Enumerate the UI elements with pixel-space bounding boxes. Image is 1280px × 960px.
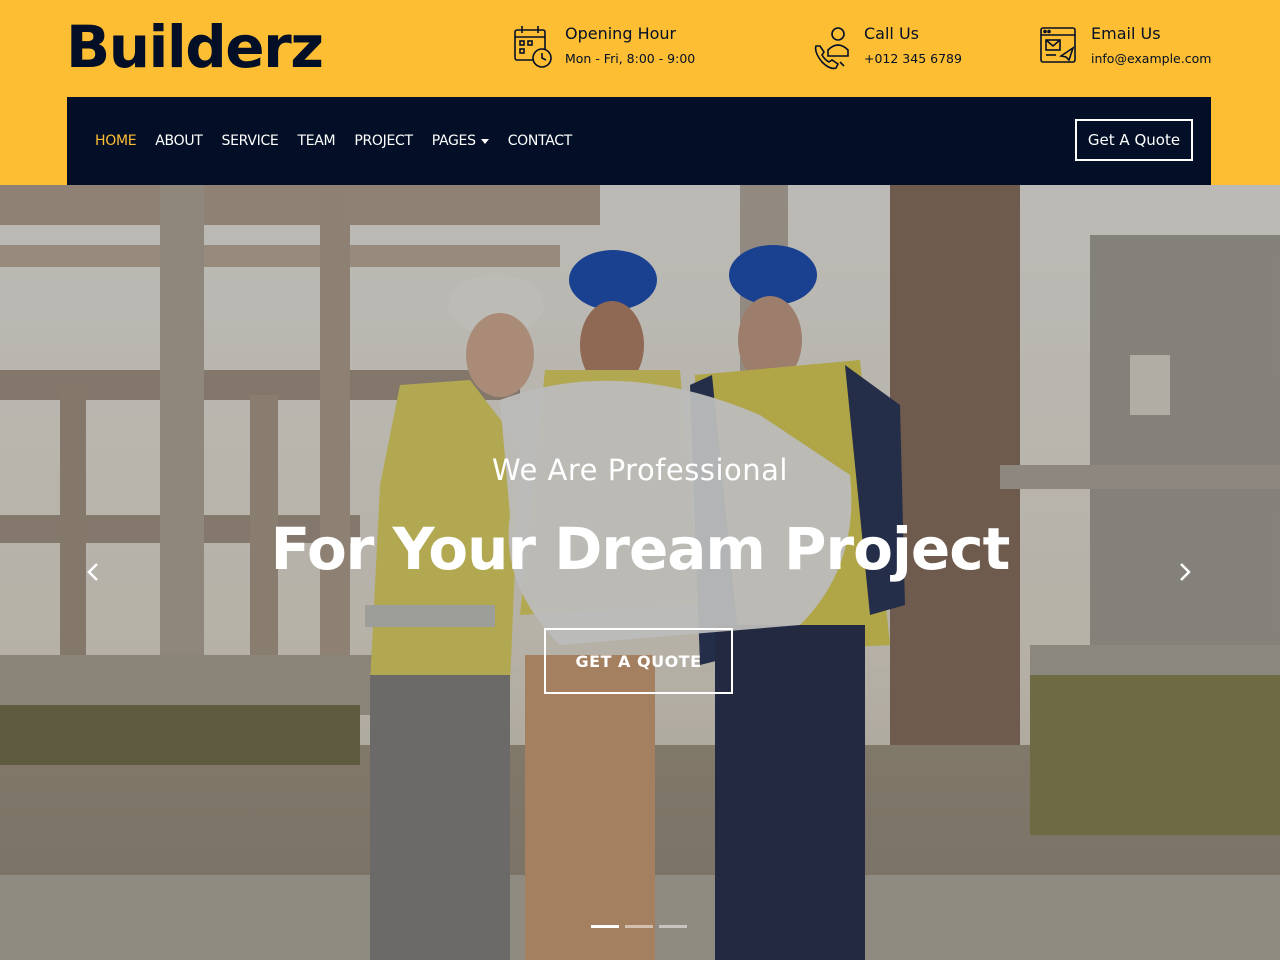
brand-logo[interactable]: Builderz bbox=[66, 12, 324, 82]
carousel-indicator-2[interactable] bbox=[625, 925, 653, 928]
carousel-next-button[interactable] bbox=[1170, 557, 1200, 587]
nav-item-about[interactable]: ABOUT bbox=[155, 133, 203, 149]
nav-item-home[interactable]: HOME bbox=[95, 133, 137, 149]
hero-carousel: We Are Professional For Your Dream Proje… bbox=[0, 185, 1280, 960]
nav-item-contact[interactable]: CONTACT bbox=[508, 133, 573, 149]
hero-title: For Your Dream Project bbox=[270, 515, 1011, 583]
main-navbar: HOME ABOUT SERVICE TEAM PROJECT PAGES CO… bbox=[67, 97, 1211, 185]
call-us-info: Call Us +012 345 6789 bbox=[812, 22, 962, 74]
nav-item-pages-label: PAGES bbox=[431, 133, 476, 149]
chevron-left-icon bbox=[87, 563, 98, 581]
nav-item-service[interactable]: SERVICE bbox=[222, 133, 279, 149]
nav-item-team[interactable]: TEAM bbox=[297, 133, 335, 149]
hero-get-a-quote-button[interactable]: GET A QUOTE bbox=[544, 628, 733, 694]
opening-hours-title: Opening Hour bbox=[565, 24, 677, 43]
chevron-right-icon bbox=[1180, 563, 1191, 581]
phone-call-icon bbox=[814, 27, 849, 70]
email-us-title: Email Us bbox=[1091, 24, 1161, 43]
call-us-value[interactable]: +012 345 6789 bbox=[864, 46, 962, 72]
calendar-clock-icon bbox=[514, 26, 552, 68]
nav-item-project[interactable]: PROJECT bbox=[354, 133, 413, 149]
email-us-value[interactable]: info@example.com bbox=[1091, 46, 1211, 72]
caret-down-icon bbox=[480, 138, 489, 144]
opening-hours-value: Mon - Fri, 8:00 - 9:00 bbox=[565, 51, 696, 66]
call-us-title: Call Us bbox=[864, 24, 919, 43]
nav-item-pages-dropdown[interactable]: PAGES bbox=[432, 133, 489, 149]
opening-hours-info: Opening Hour Mon - Fri, 8:00 - 9:00 bbox=[513, 22, 695, 74]
email-us-info: Email Us info@example.com bbox=[1039, 22, 1211, 74]
get-a-quote-button[interactable]: Get A Quote bbox=[1075, 119, 1193, 161]
carousel-indicator-1[interactable] bbox=[591, 925, 619, 928]
carousel-prev-button[interactable] bbox=[78, 557, 108, 587]
carousel-indicator-3[interactable] bbox=[659, 925, 687, 928]
hero-subtitle: We Are Professional bbox=[491, 453, 788, 487]
carousel-indicators bbox=[591, 925, 693, 928]
nav-menu: HOME ABOUT SERVICE TEAM PROJECT PAGES CO… bbox=[95, 97, 591, 185]
email-icon bbox=[1040, 27, 1076, 63]
